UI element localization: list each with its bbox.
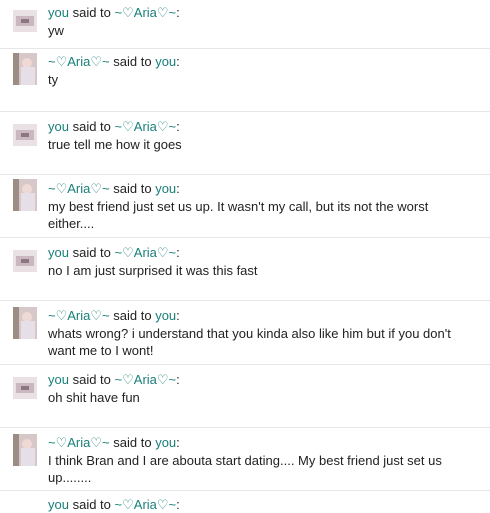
avatar[interactable] (13, 250, 37, 272)
message-feed: you said to ~♡Aria♡~: yw ~♡Aria♡~ said t… (0, 0, 490, 512)
message-text: true tell me how it goes (48, 137, 182, 152)
said-to-label: said to (113, 181, 152, 196)
message-item: ~♡Aria♡~ said to you: my best friend jus… (0, 174, 490, 237)
message-item: ~♡Aria♡~ said to you: I think Bran and I… (0, 427, 490, 490)
said-to-label: said to (72, 5, 111, 20)
message-text: no I am just surprised it was this fast (48, 263, 258, 278)
message-item: you said to ~♡Aria♡~: no I am just surpr… (0, 237, 490, 300)
avatar[interactable] (13, 10, 37, 32)
avatar[interactable] (13, 434, 37, 466)
recipient-link[interactable]: ~♡Aria♡~ (115, 119, 177, 134)
avatar[interactable] (13, 307, 37, 339)
recipient-link[interactable]: ~♡Aria♡~ (115, 5, 177, 20)
said-to-label: said to (72, 245, 111, 260)
message-text: ty (48, 72, 59, 87)
message-header: ~♡Aria♡~ said to you: (48, 435, 180, 450)
avatar[interactable] (13, 377, 37, 399)
recipient-link[interactable]: you (155, 54, 176, 69)
said-to-label: said to (113, 308, 152, 323)
message-item: ~♡Aria♡~ said to you: ty (0, 48, 490, 111)
message-text: I think Bran and I are abouta start dati… (48, 453, 442, 485)
message-item: you said to ~♡Aria♡~: true tell me how i… (0, 111, 490, 174)
avatar[interactable] (13, 179, 37, 211)
sender-link[interactable]: you (48, 245, 69, 260)
recipient-link[interactable]: ~♡Aria♡~ (115, 497, 177, 512)
recipient-link[interactable]: you (155, 308, 176, 323)
message-text: yw (48, 23, 64, 38)
recipient-link[interactable]: you (155, 181, 176, 196)
message-text: my best friend just set us up. It wasn't… (48, 199, 429, 231)
said-to-label: said to (72, 497, 111, 512)
sender-link[interactable]: you (48, 497, 69, 512)
message-header: you said to ~♡Aria♡~: (48, 119, 180, 134)
message-header: ~♡Aria♡~ said to you: (48, 308, 180, 323)
recipient-link[interactable]: ~♡Aria♡~ (115, 372, 177, 387)
said-to-label: said to (72, 119, 111, 134)
avatar[interactable] (13, 124, 37, 146)
said-to-label: said to (113, 435, 152, 450)
said-to-label: said to (113, 54, 152, 69)
message-header: ~♡Aria♡~ said to you: (48, 54, 180, 69)
message-header: you said to ~♡Aria♡~: (48, 372, 180, 387)
message-header: you said to ~♡Aria♡~: (48, 245, 180, 260)
message-item: you said to ~♡Aria♡~: (0, 490, 490, 512)
message-item: you said to ~♡Aria♡~: oh shit have fun (0, 364, 490, 427)
sender-link[interactable]: you (48, 372, 69, 387)
sender-link[interactable]: ~♡Aria♡~ (48, 435, 110, 450)
avatar[interactable] (13, 53, 37, 85)
said-to-label: said to (72, 372, 111, 387)
message-header: you said to ~♡Aria♡~: (48, 497, 180, 512)
sender-link[interactable]: you (48, 5, 69, 20)
sender-link[interactable]: ~♡Aria♡~ (48, 54, 110, 69)
message-item: you said to ~♡Aria♡~: yw (0, 0, 490, 48)
recipient-link[interactable]: you (155, 435, 176, 450)
message-text: whats wrong? i understand that you kinda… (48, 326, 451, 358)
recipient-link[interactable]: ~♡Aria♡~ (115, 245, 177, 260)
message-header: you said to ~♡Aria♡~: (48, 5, 180, 20)
sender-link[interactable]: ~♡Aria♡~ (48, 181, 110, 196)
sender-link[interactable]: you (48, 119, 69, 134)
sender-link[interactable]: ~♡Aria♡~ (48, 308, 110, 323)
message-text: oh shit have fun (48, 390, 140, 405)
message-header: ~♡Aria♡~ said to you: (48, 181, 180, 196)
message-item: ~♡Aria♡~ said to you: whats wrong? i und… (0, 300, 490, 364)
